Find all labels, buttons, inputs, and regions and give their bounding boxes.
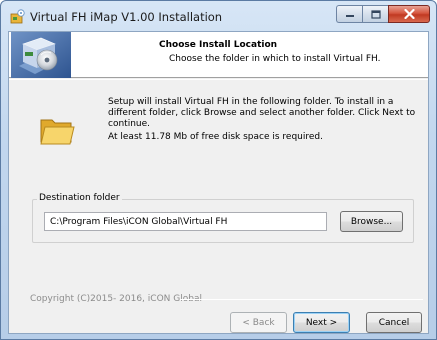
destination-folder-label: Destination folder [37, 193, 122, 203]
installer-window: Virtual FH iMap V1.00 Installation Choos… [0, 0, 437, 340]
browse-button[interactable]: Browse... [340, 211, 403, 232]
window-title: Virtual FH iMap V1.00 Installation [30, 10, 223, 24]
install-description: Setup will install Virtual FH in the fol… [108, 97, 416, 129]
page-subtitle: Choose the folder in which to install Vi… [169, 54, 381, 64]
back-button[interactable]: < Back [230, 312, 287, 333]
close-button[interactable] [388, 5, 430, 23]
header-divider [9, 79, 428, 80]
minimize-icon [345, 15, 354, 17]
cd-installer-icon [11, 32, 71, 78]
disk-space-requirement: At least 11.78 Mb of free disk space is … [108, 132, 323, 142]
dialog-client-area: Choose Install Location Choose the folde… [8, 31, 429, 334]
copyright-branding: Copyright (C)2015- 2016, iCON Global [30, 294, 202, 304]
page-header: Choose Install Location Choose the folde… [9, 32, 428, 78]
installer-app-icon [10, 9, 25, 24]
cancel-button[interactable]: Cancel [366, 312, 422, 333]
page-title: Choose Install Location [159, 40, 278, 50]
minimize-button[interactable] [336, 5, 362, 23]
title-bar[interactable]: Virtual FH iMap V1.00 Installation [1, 1, 436, 31]
branding-divider [180, 299, 423, 300]
folder-icon [40, 119, 75, 145]
next-button[interactable]: Next > [293, 312, 350, 333]
caption-buttons [336, 5, 430, 23]
close-icon [403, 9, 415, 19]
destination-path-input[interactable] [44, 212, 327, 231]
maximize-button[interactable] [362, 5, 388, 23]
maximize-icon [370, 9, 381, 19]
